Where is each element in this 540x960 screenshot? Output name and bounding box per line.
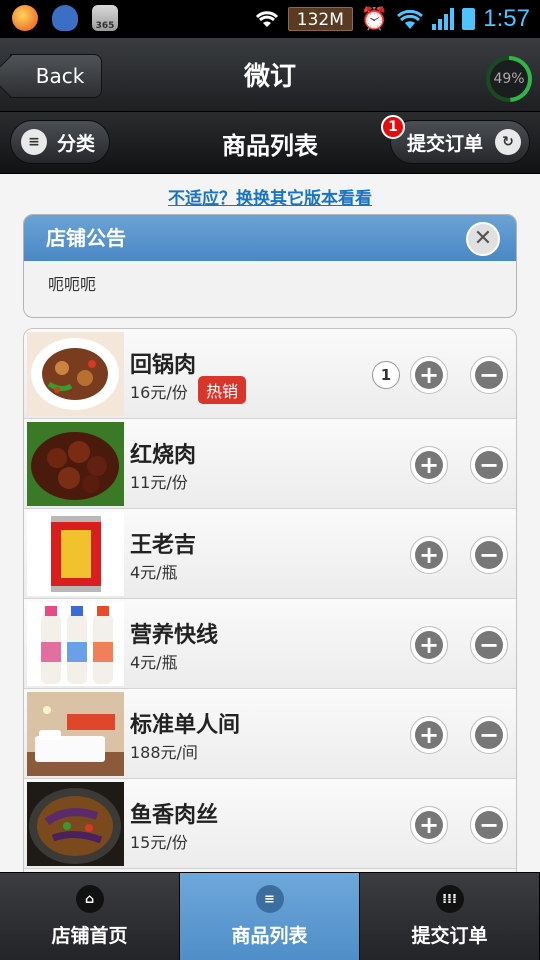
product-image <box>27 602 124 686</box>
submit-order-button[interactable]: 1 提交订单 ↻ <box>381 115 530 164</box>
product-price: 11元/份 <box>130 473 188 492</box>
progress-text: 49% <box>490 60 528 98</box>
toolbar: ≡ 分类 商品列表 1 提交订单 ↻ <box>0 112 540 174</box>
notice-title: 店铺公告 <box>46 226 126 250</box>
minus-icon: − <box>475 811 503 839</box>
add-button[interactable]: + <box>410 446 448 484</box>
tab-product-list[interactable]: ≡ 商品列表 <box>180 873 360 960</box>
product-name: 营养快线 <box>130 623 219 648</box>
qq-notification-icon <box>52 5 78 31</box>
minus-icon: − <box>475 541 503 569</box>
product-image <box>27 782 124 866</box>
add-button[interactable]: + <box>410 716 448 754</box>
add-button[interactable]: + <box>410 626 448 664</box>
product-name: 回锅肉 <box>130 353 197 378</box>
product-image <box>27 422 124 506</box>
remove-button[interactable]: − <box>470 806 508 844</box>
product-price: 16元/份 <box>130 383 188 402</box>
remove-button[interactable]: − <box>470 536 508 574</box>
battery-icon <box>462 8 476 30</box>
list-icon: ≡ <box>255 885 284 913</box>
add-button[interactable]: + <box>410 806 448 844</box>
add-button[interactable]: + <box>410 356 448 394</box>
tab-submit-order[interactable]: ⁞⁞⁞ 提交订单 <box>360 873 540 960</box>
progress-indicator: 49% <box>486 56 532 102</box>
product-name: 鱼香肉丝 <box>130 803 219 828</box>
product-item: 鱼香肉丝 15元/份 + − <box>24 779 516 869</box>
add-button[interactable]: + <box>410 536 448 574</box>
plus-icon: + <box>415 361 443 389</box>
plus-icon: + <box>415 811 443 839</box>
notice-body: 呃呃呃 <box>48 275 97 294</box>
wifi-signal-icon <box>397 9 424 29</box>
switch-version-link[interactable]: 不适应？换换其它版本看看 <box>0 184 540 209</box>
product-item: 标准单人间 188元/间 + − <box>24 689 516 779</box>
product-name: 标准单人间 <box>130 713 241 738</box>
product-list: 回锅肉 16元/份 热销 1 + − 红烧肉 11元/份 + − 王老吉 4元/… <box>23 328 517 873</box>
submit-order-label: 提交订单 <box>407 132 484 155</box>
cart-count-badge: 1 <box>381 115 405 139</box>
remove-button[interactable]: − <box>470 356 508 394</box>
home-icon: ⌂ <box>75 885 104 913</box>
minus-icon: − <box>475 631 503 659</box>
minus-icon: − <box>475 361 503 389</box>
app-header: Back 微订 49% <box>0 38 540 112</box>
product-price: 4元/瓶 <box>130 563 178 582</box>
status-indicators: 132M ⏰ 1:57 <box>254 4 530 34</box>
product-item: 营养快线 4元/瓶 + − <box>24 599 516 689</box>
minus-icon: − <box>475 721 503 749</box>
product-item: 红烧肉 11元/份 + − <box>24 419 516 509</box>
cell-signal-icon <box>432 8 455 30</box>
close-icon[interactable]: ✕ <box>466 222 500 256</box>
grid-icon: ⁞⁞⁞ <box>435 885 464 913</box>
hot-badge: 热销 <box>198 376 247 404</box>
product-price: 188元/间 <box>130 743 198 762</box>
wifi-icon <box>255 11 278 27</box>
product-item: 回锅肉 16元/份 热销 1 + − <box>24 329 516 419</box>
tab-label: 店铺首页 <box>51 925 128 947</box>
product-image <box>27 332 124 416</box>
memory-indicator: 132M <box>287 7 353 31</box>
remove-button[interactable]: − <box>470 626 508 664</box>
calendar-notification-icon: 365 <box>92 5 118 31</box>
store-notice: 店铺公告 ✕ 呃呃呃 <box>23 214 517 318</box>
page-title: 微订 <box>243 62 296 92</box>
product-image <box>27 512 124 596</box>
remove-button[interactable]: − <box>470 446 508 484</box>
clock: 1:57 <box>483 5 530 32</box>
product-price: 15元/份 <box>130 833 188 852</box>
bottom-tab-bar: ⌂ 店铺首页 ≡ 商品列表 ⁞⁞⁞ 提交订单 <box>0 872 540 960</box>
product-name: 红烧肉 <box>130 443 197 468</box>
product-item: 王老吉 4元/瓶 + − <box>24 509 516 599</box>
notice-header: 店铺公告 ✕ <box>24 215 516 261</box>
plus-icon: + <box>415 541 443 569</box>
tab-label: 商品列表 <box>231 925 308 947</box>
minus-icon: − <box>475 451 503 479</box>
tab-label: 提交订单 <box>411 925 488 947</box>
quantity-badge: 1 <box>372 361 400 389</box>
status-bar: 365 132M ⏰ 1:57 <box>0 0 540 38</box>
remove-button[interactable]: − <box>470 716 508 754</box>
plus-icon: + <box>415 721 443 749</box>
alarm-icon: ⏰ <box>360 6 389 32</box>
refresh-icon: ↻ <box>495 129 521 155</box>
notification-icons: 365 <box>12 5 118 31</box>
product-price: 4元/瓶 <box>130 653 178 672</box>
product-image <box>27 692 124 776</box>
app-notification-icon <box>12 5 38 31</box>
product-name: 王老吉 <box>130 533 197 558</box>
plus-icon: + <box>415 451 443 479</box>
plus-icon: + <box>415 631 443 659</box>
tab-store-home[interactable]: ⌂ 店铺首页 <box>0 873 180 960</box>
